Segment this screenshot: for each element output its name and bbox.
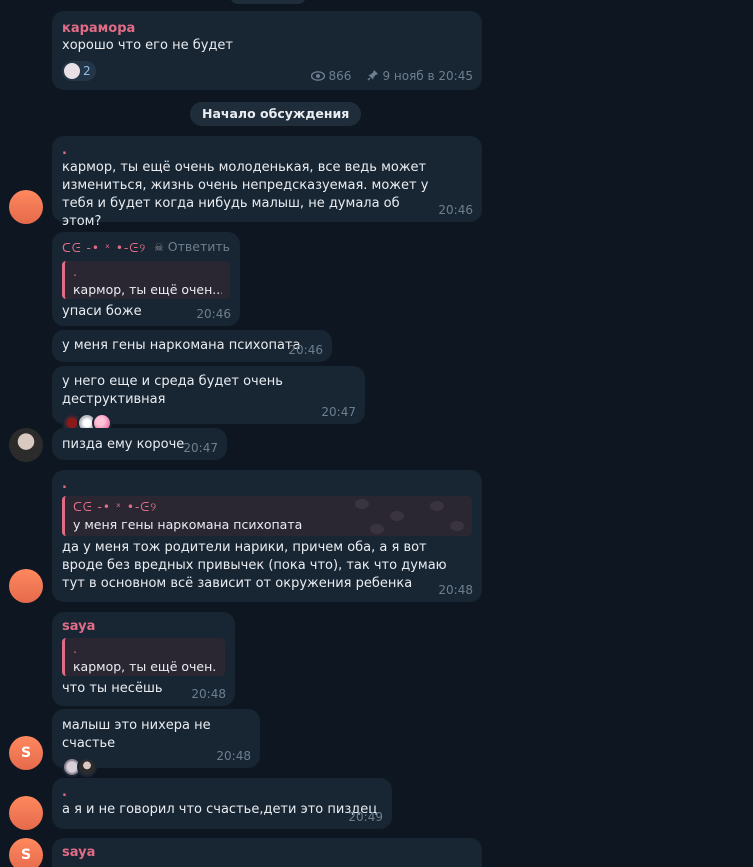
message-text: а я и не говорил что счастье,дети это пи…	[62, 802, 378, 817]
sender-name[interactable]: .	[62, 142, 472, 159]
message-time: 20:46	[438, 203, 473, 217]
message-text: да у меня тож родители нарики, причем об…	[62, 540, 447, 591]
message-time: 20:46	[288, 343, 323, 357]
message-bubble[interactable]: saya	[52, 838, 482, 867]
avatar[interactable]	[9, 796, 43, 830]
message-text: малыш это нихера не счастье	[62, 718, 211, 751]
message-bubble[interactable]: малыш это нихера не счастье 20:48	[52, 709, 260, 777]
sender-name[interactable]: saya	[62, 844, 472, 861]
message-text: кармор, ты ещё очень молоденькая, все ве…	[62, 160, 429, 229]
message-time: 20:48	[216, 749, 251, 763]
views-count: 866	[328, 69, 352, 83]
avatar[interactable]	[9, 190, 43, 224]
reaction-count: 2	[83, 64, 91, 78]
hello-kitty-emoji-icon	[64, 63, 80, 79]
sender-name[interactable]: ᑕᕮ -• ˣ •-ᕮ୨	[62, 239, 146, 257]
message-time: 20:47	[183, 441, 218, 455]
quote-text: кармор, ты ещё очен...	[73, 282, 222, 297]
message-text: у меня гены наркомана психопата	[62, 338, 301, 353]
quote-sender: .	[73, 641, 77, 656]
avatar[interactable]	[9, 428, 43, 462]
sender-name[interactable]: .	[62, 476, 472, 493]
hello-kitty-pattern	[355, 499, 464, 534]
post-meta: 866 9 нояб в 20:45	[310, 69, 473, 83]
message-time: 20:47	[321, 405, 356, 419]
message-bubble[interactable]: у него еще и среда будет очень деструкти…	[52, 366, 365, 433]
avatar[interactable]	[9, 569, 43, 603]
eye-icon	[310, 69, 329, 83]
message-bubble[interactable]: . кармор, ты ещё очень молоденькая, все …	[52, 136, 482, 229]
discussion-start-divider: Начало обсуждения	[190, 102, 362, 126]
sender-name[interactable]: карамора	[62, 20, 472, 37]
reaction-badge[interactable]: 2	[62, 61, 96, 81]
post-time: 9 нояб в 20:45	[382, 69, 473, 83]
message-bubble[interactable]: у меня гены наркомана психопата 20:46	[52, 330, 332, 362]
message-time: 20:48	[438, 583, 473, 597]
pin-icon	[367, 69, 383, 83]
message-bubble[interactable]: ᑕᕮ -• ˣ •-ᕮ୨ ☠ Ответить . кармор, ты ещё…	[52, 232, 240, 326]
message-time: 20:49	[348, 810, 383, 824]
skull-icon: ☠	[153, 241, 164, 254]
reply-quote[interactable]: . кармор, ты ещё очен...	[62, 638, 225, 676]
message-text: у него еще и среда будет очень деструкти…	[62, 374, 283, 407]
message-bubble[interactable]: пизда ему короче 20:47	[52, 428, 227, 460]
message-time: 20:46	[196, 307, 231, 321]
quote-sender: .	[73, 264, 77, 279]
sender-name[interactable]: saya	[62, 618, 225, 635]
sender-name[interactable]: .	[62, 784, 382, 801]
channel-post[interactable]: карамора хорошо что его не будет 2 866 9…	[52, 11, 482, 90]
message-time: 20:48	[191, 687, 226, 701]
reply-button[interactable]: ☠ Ответить	[154, 238, 230, 257]
quote-text: кармор, ты ещё очен...	[73, 659, 217, 674]
message-bubble[interactable]: saya . кармор, ты ещё очен... что ты нес…	[52, 612, 235, 706]
message-text: хорошо что его не будет	[62, 38, 233, 53]
message-bubble[interactable]: . ᑕᕮ -• ˣ •-ᕮ୨ у меня гены наркомана пси…	[52, 470, 482, 602]
reply-quote[interactable]: . кармор, ты ещё очен...	[62, 261, 230, 299]
reply-label: Ответить	[167, 239, 230, 254]
avatar[interactable]: S	[9, 838, 43, 867]
top-partial-pill	[230, 0, 306, 4]
reply-quote[interactable]: ᑕᕮ -• ˣ •-ᕮ୨ у меня гены наркомана психо…	[62, 496, 472, 536]
message-bubble[interactable]: . а я и не говорил что счастье,дети это …	[52, 778, 392, 829]
avatar[interactable]: S	[9, 736, 43, 770]
user-reaction-avatar	[77, 757, 97, 777]
